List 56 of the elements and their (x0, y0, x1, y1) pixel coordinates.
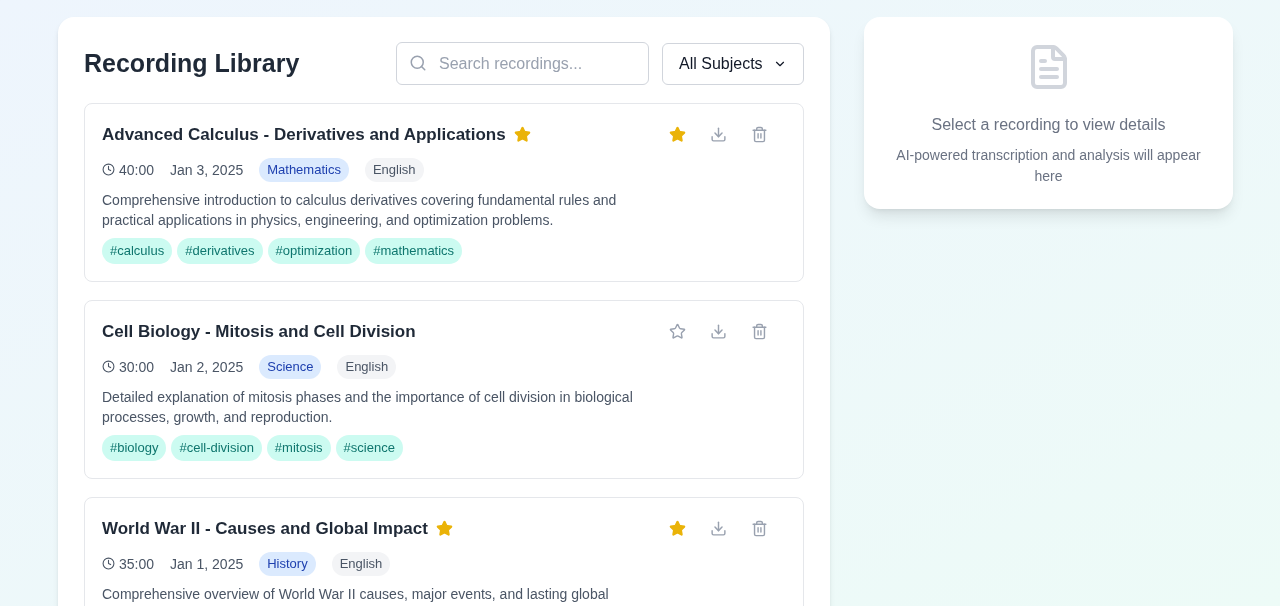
recording-title: Cell Biology - Mitosis and Cell Division (102, 321, 416, 343)
download-button[interactable] (710, 126, 727, 143)
download-button[interactable] (710, 520, 727, 537)
clock-icon (102, 557, 115, 571)
download-button[interactable] (710, 323, 727, 340)
download-icon (710, 323, 727, 340)
duration: 35:00 (119, 554, 155, 574)
tag[interactable]: #biology (102, 435, 167, 461)
star-icon (669, 126, 686, 143)
delete-button[interactable] (751, 126, 768, 143)
favorite-button[interactable] (669, 520, 686, 537)
recording-card[interactable] (84, 103, 804, 282)
tag[interactable]: #optimization (267, 238, 361, 264)
trash-icon (751, 126, 768, 143)
language-badge: English (337, 354, 397, 380)
clock-icon (102, 163, 115, 177)
download-icon (710, 520, 727, 537)
details-hint: AI-powered transcription and analysis will appear here (895, 146, 1202, 186)
date: Jan 2, 2025 (170, 357, 244, 377)
download-icon (710, 126, 727, 143)
tag[interactable]: #cell-division (171, 435, 262, 461)
subject-badge: Science (259, 354, 322, 380)
subject-select[interactable]: All Subjects (662, 42, 804, 85)
tag[interactable]: #science (335, 435, 403, 461)
search-icon (409, 54, 427, 72)
duration: 30:00 (119, 357, 155, 377)
recording-description: Detailed explanation of mitosis phases and the importance of cell division in biological processes, growth, and reproduction. (102, 388, 634, 428)
language-badge: English (364, 157, 424, 183)
recording-description: Comprehensive introduction to calculus derivatives covering fundamental rules and practical applications in physics, engineering, and optimization problems. (102, 191, 618, 231)
recording-description: Comprehensive overview of World War II causes, major events, and lasting global (102, 585, 610, 605)
date: Jan 1, 2025 (170, 554, 244, 574)
recording-card[interactable]: World War II - Causes and Global Impact 35:00 Jan 1, 2025 History English Comprehensive overview of World War II causes, major events, and lasting global (84, 497, 804, 606)
subject-badge: Mathematics (259, 157, 349, 183)
date: Jan 3, 2025 (170, 160, 244, 180)
duration: 40:00 (119, 160, 155, 180)
star-icon (669, 520, 686, 537)
trash-icon (751, 520, 768, 537)
recording-card[interactable] (84, 300, 804, 479)
trash-icon (751, 323, 768, 340)
recording-title: Advanced Calculus - Derivatives and Applications (102, 124, 506, 146)
clock-icon (102, 360, 115, 374)
library-title: Recording Library (84, 47, 300, 79)
delete-button[interactable] (751, 323, 768, 340)
details-title: Select a recording to view details (931, 115, 1166, 135)
language-badge: English (331, 551, 391, 577)
star-icon (669, 323, 686, 340)
favorite-button[interactable] (669, 126, 686, 143)
tag[interactable]: #mitosis (266, 435, 331, 461)
subject-badge: History (259, 551, 316, 577)
favorite-button[interactable] (669, 323, 686, 340)
tag[interactable]: #mathematics (365, 238, 463, 264)
delete-button[interactable] (751, 520, 768, 537)
tag[interactable]: #derivatives (177, 238, 263, 264)
search-field[interactable]: Search recordings... (396, 42, 649, 85)
tag[interactable]: #calculus (102, 238, 173, 264)
recording-title: World War II - Causes and Global Impact (102, 518, 428, 540)
